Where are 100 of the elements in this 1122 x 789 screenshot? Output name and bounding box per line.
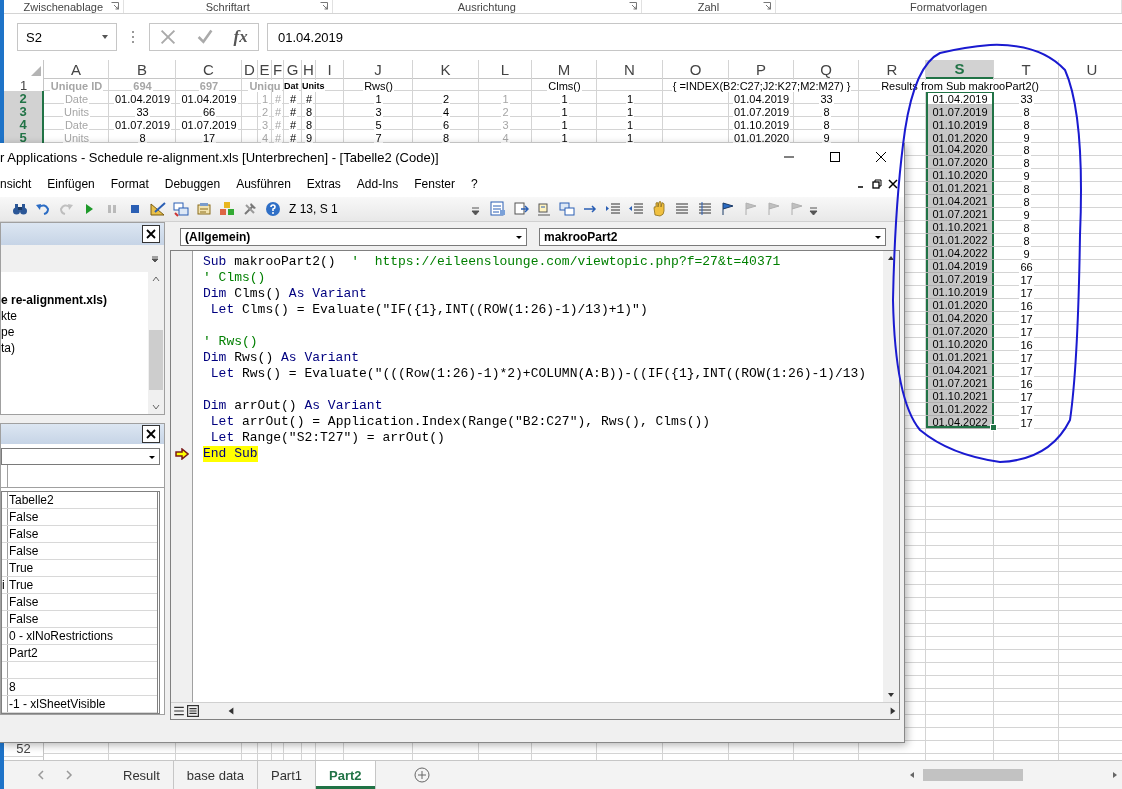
help-icon[interactable] bbox=[265, 201, 281, 217]
menu-item[interactable]: Debuggen bbox=[156, 177, 229, 191]
tree-item[interactable]: ta) bbox=[1, 340, 148, 356]
column-header[interactable]: J bbox=[344, 60, 413, 79]
uncomment-icon[interactable] bbox=[697, 201, 713, 217]
ruler-icon[interactable] bbox=[150, 201, 166, 217]
document-view-icon[interactable] bbox=[187, 705, 199, 717]
property-value[interactable]: False bbox=[8, 611, 39, 627]
column-header[interactable]: A bbox=[44, 60, 109, 79]
table-cell[interactable]: 01.01.2022 bbox=[926, 403, 994, 416]
dialog-launcher-icon[interactable] bbox=[319, 2, 328, 10]
menu-item[interactable]: nsicht bbox=[0, 177, 40, 191]
column-header[interactable]: F bbox=[272, 60, 284, 79]
flag-icon[interactable] bbox=[720, 201, 736, 217]
property-value[interactable]: Tabelle2 bbox=[8, 492, 54, 508]
cards-icon[interactable] bbox=[559, 201, 575, 217]
insert-function-button[interactable]: fx bbox=[233, 27, 248, 47]
menu-item[interactable]: Add-Ins bbox=[348, 177, 407, 191]
table-cell[interactable]: 01.04.2020 bbox=[926, 312, 994, 325]
procedure-dropdown[interactable]: makrooPart2 bbox=[539, 228, 886, 246]
column-header[interactable]: I bbox=[316, 60, 344, 79]
table-cell[interactable]: 01.01.2021 bbox=[926, 351, 994, 364]
property-value[interactable]: True bbox=[8, 560, 34, 576]
list-arrow-icon[interactable] bbox=[513, 201, 529, 217]
restore-icon[interactable] bbox=[872, 179, 882, 189]
tree-item[interactable]: e re-alignment.xls) bbox=[1, 292, 148, 308]
column-header[interactable]: P bbox=[729, 60, 794, 79]
table-cell[interactable]: 01.10.2020 bbox=[926, 338, 994, 351]
table-cell[interactable]: 01.01.2022 bbox=[926, 234, 994, 247]
column-header[interactable]: N bbox=[597, 60, 663, 79]
table-cell[interactable]: 01.10.2021 bbox=[926, 390, 994, 403]
add-sheet-icon[interactable] bbox=[413, 767, 430, 783]
table-cell[interactable]: 01.10.2019 bbox=[926, 286, 994, 299]
name-box[interactable]: S2 bbox=[17, 23, 117, 51]
column-header[interactable]: T bbox=[994, 60, 1059, 79]
table-cell[interactable]: 01.04.2021 bbox=[926, 195, 994, 208]
table-cell[interactable]: 01.01.2021 bbox=[926, 182, 994, 195]
table-cell[interactable]: 01.04.2021 bbox=[926, 364, 994, 377]
binoculars-icon[interactable] bbox=[12, 201, 28, 217]
property-value[interactable]: False bbox=[8, 509, 39, 525]
formula-field[interactable]: 01.04.2019 bbox=[267, 23, 1122, 51]
table-cell[interactable]: 01.04.2022 bbox=[926, 416, 994, 429]
property-value[interactable]: False bbox=[8, 543, 39, 559]
tree-item[interactable]: pe bbox=[1, 324, 148, 340]
property-value[interactable]: 8 bbox=[8, 679, 16, 695]
close-button[interactable] bbox=[142, 425, 160, 444]
table-cell[interactable]: 01.07.2020 bbox=[926, 156, 994, 169]
cancel-icon[interactable] bbox=[160, 29, 177, 45]
table-cell[interactable]: 01.07.2021 bbox=[926, 377, 994, 390]
table-cell[interactable]: 01.04.2020 bbox=[926, 143, 994, 156]
column-header[interactable]: R bbox=[859, 60, 926, 79]
sheet-tab[interactable]: Part2 bbox=[316, 761, 376, 789]
undo-icon[interactable] bbox=[35, 201, 51, 217]
dialog-launcher-icon[interactable] bbox=[110, 2, 119, 10]
outdent-icon[interactable] bbox=[628, 201, 644, 217]
fill-handle[interactable] bbox=[990, 424, 997, 431]
tools-icon[interactable] bbox=[242, 201, 258, 217]
boxes-icon[interactable] bbox=[219, 201, 235, 217]
scrollbar-thumb[interactable] bbox=[923, 769, 1023, 781]
column-header[interactable]: L bbox=[479, 60, 532, 79]
more-icon[interactable] bbox=[131, 30, 135, 44]
property-value[interactable]: False bbox=[8, 526, 39, 542]
column-header[interactable]: K bbox=[413, 60, 479, 79]
property-value[interactable]: -1 - xlSheetVisible bbox=[8, 696, 106, 712]
property-value[interactable]: Part2 bbox=[8, 645, 38, 661]
column-header[interactable]: G bbox=[284, 60, 302, 79]
toolbar-options-icon[interactable] bbox=[150, 253, 160, 264]
table-cell[interactable]: 01.07.2021 bbox=[926, 208, 994, 221]
table-cell[interactable]: 01.07.2019 bbox=[926, 273, 994, 286]
column-header[interactable]: D bbox=[242, 60, 258, 79]
menu-item[interactable]: Extras bbox=[298, 177, 349, 191]
list-view-icon[interactable] bbox=[173, 705, 185, 717]
tree-item[interactable]: kte bbox=[1, 308, 148, 324]
dialog-launcher-icon[interactable] bbox=[628, 2, 637, 10]
table-cell[interactable]: 01.04.2019 bbox=[926, 260, 994, 273]
column-header[interactable]: S bbox=[926, 60, 994, 79]
table-cell[interactable]: 01.10.2020 bbox=[926, 169, 994, 182]
close-button[interactable] bbox=[142, 225, 160, 243]
scrollbar[interactable] bbox=[148, 272, 164, 414]
property-value[interactable]: False bbox=[8, 594, 39, 610]
column-header[interactable]: E bbox=[258, 60, 272, 79]
list-icon[interactable] bbox=[490, 201, 506, 217]
table-cell[interactable]: 01.04.2022 bbox=[926, 247, 994, 260]
sheet-tab[interactable]: base data bbox=[173, 761, 258, 789]
check-icon[interactable] bbox=[196, 29, 213, 45]
menu-item[interactable]: Einfügen bbox=[39, 177, 103, 191]
menu-item[interactable]: Format bbox=[102, 177, 157, 191]
table-cell[interactable]: 01.10.2021 bbox=[926, 221, 994, 234]
object-dropdown[interactable]: (Allgemein) bbox=[180, 228, 527, 246]
column-header[interactable]: M bbox=[532, 60, 597, 79]
property-value[interactable]: True bbox=[8, 577, 34, 593]
column-header[interactable]: H bbox=[302, 60, 316, 79]
sheet-tab[interactable]: Result bbox=[110, 761, 174, 789]
scrollbar[interactable] bbox=[883, 251, 899, 702]
menu-item[interactable]: Fenster bbox=[406, 177, 463, 191]
object-dropdown[interactable] bbox=[1, 448, 160, 465]
close-icon[interactable] bbox=[888, 179, 898, 189]
dialog-launcher-icon[interactable] bbox=[763, 2, 772, 10]
column-header[interactable]: C bbox=[176, 60, 242, 79]
property-value[interactable]: 0 - xlNoRestrictions bbox=[8, 628, 114, 644]
